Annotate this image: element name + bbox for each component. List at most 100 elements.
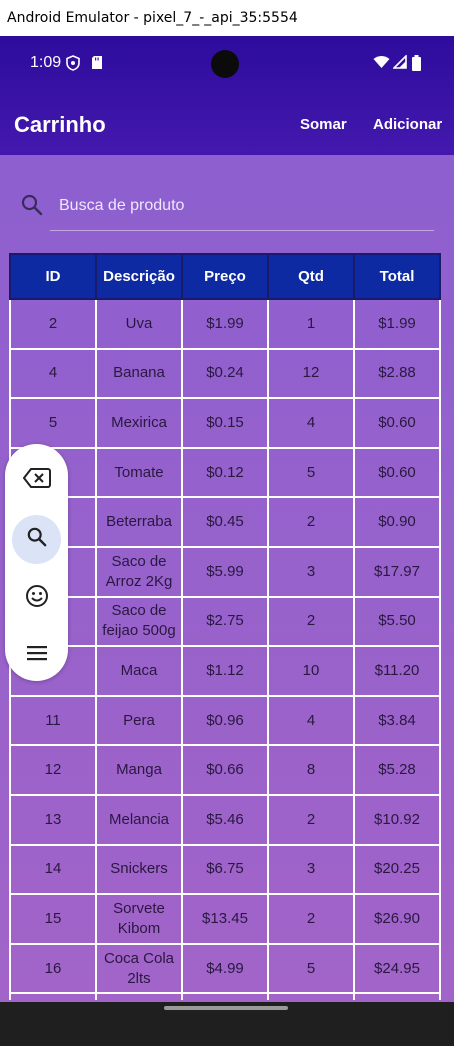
cart-table: ID Descrição Preço Qtd Total 2 Uva $1.99 1 $… <box>9 253 441 1000</box>
sd-card-icon <box>91 55 103 75</box>
cell-descricao: Banana <box>95 347 183 400</box>
header-id: ID <box>9 253 97 300</box>
cell-descricao: Snickers <box>95 843 183 896</box>
navigation-bar <box>0 1002 454 1046</box>
cell-total: $10.92 <box>353 793 441 846</box>
cart-table-container[interactable]: ID Descrição Preço Qtd Total 2 Uva $1.99 1 $… <box>9 253 442 1000</box>
cell-qtd: 5 <box>267 942 355 995</box>
cell-id: 16 <box>9 942 97 995</box>
header-descricao: Descrição <box>95 253 183 300</box>
table-row[interactable]: 16 Coca Cola 2lts $4.99 5 $24.95 <box>9 942 441 995</box>
cell-total: $1.99 <box>353 298 441 350</box>
signal-icon <box>392 54 407 74</box>
table-row[interactable]: 12 Manga $0.66 8 $5.28 <box>9 744 441 796</box>
emulator-title-bar: Android Emulator - pixel_7_-_api_35:5554 <box>0 0 454 36</box>
cell-id: 11 <box>9 694 97 747</box>
cell-descricao: Tomate <box>95 446 183 499</box>
header-preco: Preço <box>181 253 269 300</box>
emulator-title: Android Emulator - pixel_7_-_api_35:5554 <box>7 10 298 26</box>
cell-preco: $0.24 <box>181 347 269 400</box>
cell-preco: $13.45 <box>181 893 269 945</box>
front-camera <box>211 50 239 78</box>
cell-total: $0.60 <box>353 397 441 449</box>
gesture-handle[interactable] <box>164 1006 288 1010</box>
cell-preco: $1.99 <box>181 298 269 350</box>
somar-button[interactable]: Somar <box>300 116 347 133</box>
adicionar-button[interactable]: Adicionar <box>373 116 442 133</box>
table-row[interactable]: 4 Banana $0.24 12 $2.88 <box>9 347 441 400</box>
table-row[interactable]: 14 Snickers $6.75 3 $20.25 <box>9 843 441 896</box>
cell-preco: $0.45 <box>181 496 269 548</box>
table-row[interactable]: Beterraba $0.45 2 $0.90 <box>9 496 441 548</box>
cell-id: 15 <box>9 893 97 945</box>
cell-preco <box>181 992 269 1000</box>
cell-preco: $0.66 <box>181 744 269 796</box>
table-row[interactable]: 13 Melancia $5.46 2 $10.92 <box>9 793 441 846</box>
search-input[interactable] <box>50 182 434 230</box>
wifi-icon <box>373 55 390 74</box>
cell-qtd: 3 <box>267 545 355 598</box>
cell-qtd: 8 <box>267 744 355 796</box>
cell-preco: $5.46 <box>181 793 269 846</box>
cell-descricao: Maca <box>95 645 183 697</box>
cell-id: 2 <box>9 298 97 350</box>
status-time: 1:09 <box>30 54 62 71</box>
search-toolbar-button[interactable] <box>12 515 61 564</box>
cell-id: 5 <box>9 397 97 449</box>
cell-total: $2.88 <box>353 347 441 400</box>
cell-descricao: Coca Cola 2lts <box>95 942 183 995</box>
cell-id: 12 <box>9 744 97 796</box>
cell-preco: $6.75 <box>181 843 269 896</box>
cell-qtd: 2 <box>267 496 355 548</box>
cell-qtd: 12 <box>267 347 355 400</box>
battery-icon <box>412 55 421 76</box>
table-row[interactable]: Maca $1.12 10 $11.20 <box>9 645 441 697</box>
cell-descricao <box>95 992 183 1000</box>
menu-icon <box>26 645 48 666</box>
cell-descricao: Melancia <box>95 793 183 846</box>
emoji-button[interactable] <box>12 574 61 623</box>
table-row[interactable]: 15 Sorvete Kibom $13.45 2 $26.90 <box>9 893 441 945</box>
table-row[interactable]: Saco de feijao 500g $2.75 2 $5.50 <box>9 595 441 648</box>
cell-total: $0.60 <box>353 446 441 499</box>
table-row[interactable]: 5 Mexirica $0.15 4 $0.60 <box>9 397 441 449</box>
cell-qtd: 5 <box>267 446 355 499</box>
cell-total: $5.50 <box>353 595 441 648</box>
cell-preco: $4.99 <box>181 942 269 995</box>
backspace-button[interactable] <box>12 456 61 505</box>
cell-descricao: Manga <box>95 744 183 796</box>
cell-qtd: 10 <box>267 645 355 697</box>
cell-descricao: Saco de Arroz 2Kg <box>95 545 183 598</box>
cell-descricao: Sorvete Kibom <box>95 893 183 945</box>
menu-button[interactable] <box>12 631 61 680</box>
table-row[interactable]: Saco de Arroz 2Kg $5.99 3 $17.97 <box>9 545 441 598</box>
cell-preco: $1.12 <box>181 645 269 697</box>
cell-descricao: Mexirica <box>95 397 183 449</box>
cell-descricao: Pera <box>95 694 183 747</box>
cell-qtd: 4 <box>267 694 355 747</box>
table-row[interactable]: 11 Pera $0.96 4 $3.84 <box>9 694 441 747</box>
search-icon <box>21 194 43 221</box>
cell-preco: $0.15 <box>181 397 269 449</box>
cell-id: 14 <box>9 843 97 896</box>
search-bar <box>0 182 454 232</box>
cell-total: $26.90 <box>353 893 441 945</box>
cell-descricao: Uva <box>95 298 183 350</box>
cell-qtd <box>267 992 355 1000</box>
cell-descricao: Saco de feijao 500g <box>95 595 183 648</box>
table-header-row: ID Descrição Preço Qtd Total <box>9 253 441 300</box>
emoji-icon <box>25 584 49 613</box>
search-underline <box>50 230 434 231</box>
table-row[interactable]: Tomate $0.12 5 $0.60 <box>9 446 441 499</box>
cell-qtd: 3 <box>267 843 355 896</box>
cell-total: $3.84 <box>353 694 441 747</box>
cell-total: $17.97 <box>353 545 441 598</box>
table-row[interactable]: 2 Uva $1.99 1 $1.99 <box>9 298 441 350</box>
cell-qtd: 2 <box>267 893 355 945</box>
cell-total: $11.20 <box>353 645 441 697</box>
cell-preco: $0.12 <box>181 446 269 499</box>
table-row[interactable] <box>9 992 441 1000</box>
cell-total: $0.90 <box>353 496 441 548</box>
table-body: 2 Uva $1.99 1 $1.99 4 Banana $0.24 12 $2.88 5 Mexir… <box>9 298 441 1000</box>
header-qtd: Qtd <box>267 253 355 300</box>
